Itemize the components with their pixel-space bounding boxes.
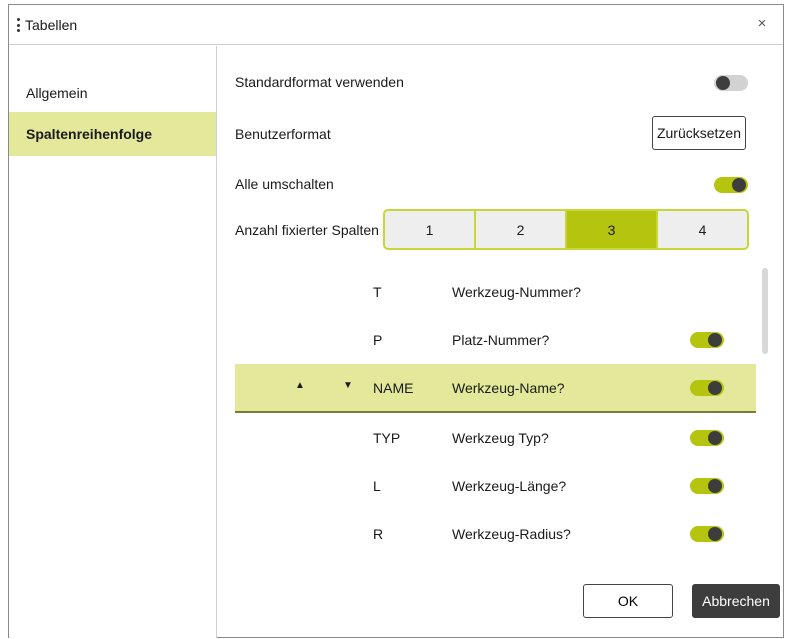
toggle-knob (716, 76, 730, 90)
column-visibility-toggle[interactable] (690, 380, 724, 396)
toggle-knob (708, 431, 722, 445)
list-scrollbar[interactable] (762, 268, 768, 354)
move-down-icon[interactable]: ▼ (343, 380, 353, 391)
tables-dialog: Tabellen × Allgemein Spaltenreihenfolge … (8, 4, 784, 638)
list-item[interactable]: P Platz-Nummer? (235, 316, 756, 364)
fixed-columns-option-3[interactable]: 3 (567, 211, 656, 248)
column-code: T (373, 284, 382, 300)
toggle-knob (708, 333, 722, 347)
fixed-columns-selector: 1 2 3 4 (383, 209, 749, 250)
user-format-label: Benutzerformat (235, 126, 331, 142)
column-description: Platz-Nummer? (452, 332, 550, 348)
toggle-knob (708, 527, 722, 541)
column-description: Werkzeug-Radius? (452, 526, 571, 542)
fixed-columns-option-1[interactable]: 1 (385, 211, 474, 248)
column-visibility-toggle[interactable] (690, 526, 724, 542)
column-code: NAME (373, 380, 414, 396)
toggle-knob (732, 178, 746, 192)
settings-panel: Standardformat verwenden Benutzerformat … (218, 46, 783, 638)
column-description: Werkzeug-Länge? (452, 478, 567, 494)
sidebar-item-allgemein[interactable]: Allgemein (9, 71, 216, 115)
reset-button[interactable]: Zurücksetzen (652, 116, 746, 150)
list-item[interactable]: L Werkzeug-Länge? (235, 462, 756, 510)
standard-format-label: Standardformat verwenden (235, 74, 404, 90)
standard-format-toggle[interactable] (714, 75, 748, 91)
fixed-columns-label: Anzahl fixierter Spalten (235, 222, 379, 238)
list-item[interactable]: R Werkzeug-Radius? (235, 510, 756, 558)
column-description: Werkzeug Typ? (452, 430, 549, 446)
column-visibility-toggle[interactable] (690, 332, 724, 348)
list-item-selected[interactable]: ▲ ▼ NAME Werkzeug-Name? (235, 364, 756, 413)
column-visibility-toggle[interactable] (690, 478, 724, 494)
toggle-knob (708, 479, 722, 493)
column-description: Werkzeug-Nummer? (452, 284, 581, 300)
column-code: P (373, 332, 383, 348)
column-order-list: T Werkzeug-Nummer? P Platz-Nummer? ▲ ▼ N… (235, 268, 756, 558)
toggle-all-label: Alle umschalten (235, 176, 334, 192)
column-code: L (373, 478, 381, 494)
toggle-all-switch[interactable] (714, 177, 748, 193)
list-item[interactable]: TYP Werkzeug Typ? (235, 414, 756, 462)
column-visibility-toggle[interactable] (690, 430, 724, 446)
move-up-icon[interactable]: ▲ (295, 380, 305, 391)
dialog-titlebar[interactable]: Tabellen × (9, 5, 783, 45)
list-item[interactable]: T Werkzeug-Nummer? (235, 268, 756, 316)
sidebar-item-spaltenreihenfolge[interactable]: Spaltenreihenfolge (9, 112, 216, 156)
toggle-knob (708, 381, 722, 395)
dialog-title: Tabellen (25, 17, 78, 33)
cancel-button[interactable]: Abbrechen (692, 584, 780, 618)
drag-handle-icon[interactable] (17, 18, 20, 32)
close-icon[interactable]: × (753, 15, 771, 33)
fixed-columns-option-2[interactable]: 2 (476, 211, 565, 248)
fixed-columns-option-4[interactable]: 4 (658, 211, 747, 248)
column-code: TYP (373, 430, 401, 446)
ok-button[interactable]: OK (583, 584, 673, 618)
sidebar: Allgemein Spaltenreihenfolge (9, 46, 217, 638)
column-description: Werkzeug-Name? (452, 380, 565, 396)
column-code: R (373, 526, 384, 542)
